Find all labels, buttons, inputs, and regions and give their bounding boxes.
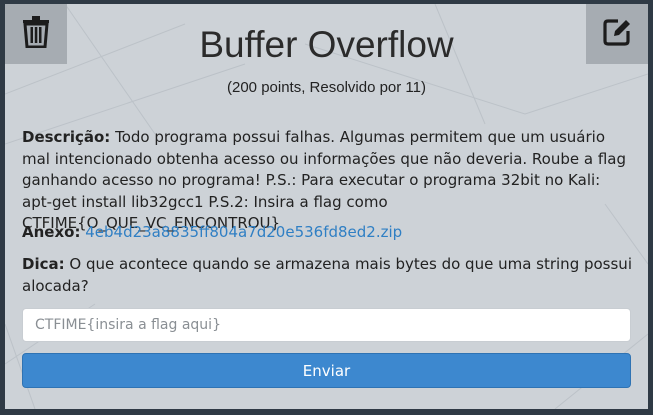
attachment-section: Anexo: 4eb4d23a8835ff804a7d20e536fd8ed2.…: [22, 222, 634, 244]
challenge-card: Buffer Overflow (200 points, Resolvido p…: [5, 4, 648, 409]
description-label: Descrição:: [22, 128, 111, 146]
challenge-title: Buffer Overflow: [199, 24, 454, 65]
description-text: Todo programa possui falhas. Algumas per…: [22, 128, 626, 232]
hint-section: Dica: O que acontece quando se armazena …: [22, 254, 634, 297]
description-section: Descrição: Todo programa possui falhas. …: [22, 127, 634, 235]
flag-input[interactable]: [22, 308, 631, 342]
submit-button[interactable]: Enviar: [22, 353, 631, 388]
attachment-label: Anexo:: [22, 223, 81, 241]
hint-label: Dica:: [22, 255, 65, 273]
hint-text: O que acontece quando se armazena mais b…: [22, 255, 632, 295]
attachment-link[interactable]: 4eb4d23a8835ff804a7d20e536fd8ed2.zip: [85, 223, 402, 241]
challenge-points: (200 points, Resolvido por 11): [227, 79, 426, 96]
